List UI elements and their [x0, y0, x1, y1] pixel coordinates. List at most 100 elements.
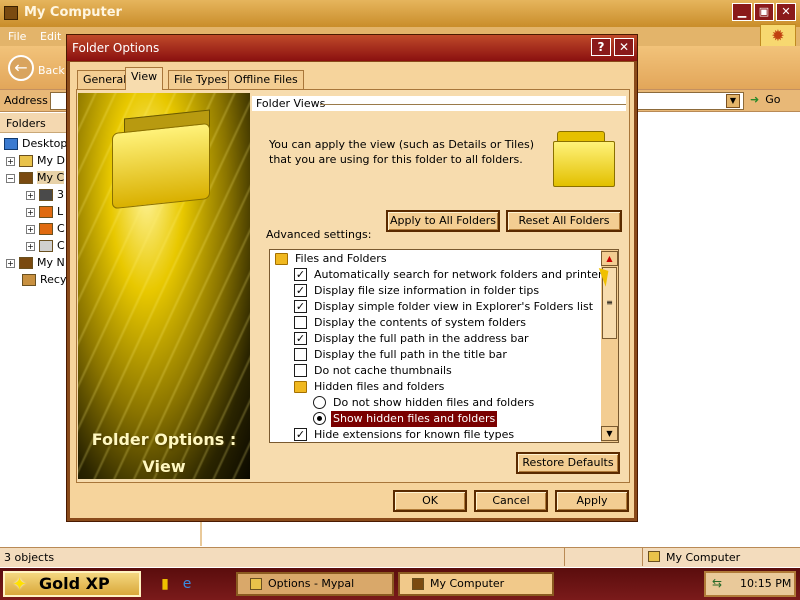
- setting-label[interactable]: Display simple folder view in Explorer's…: [314, 299, 593, 315]
- computer-icon: [648, 551, 660, 562]
- folder-icon: [19, 155, 33, 167]
- setting-label[interactable]: Display the full path in the title bar: [314, 347, 507, 363]
- browser-icon[interactable]: e: [178, 575, 196, 593]
- tree-item-recycle[interactable]: Recy: [22, 273, 66, 286]
- floppy-icon: [39, 189, 53, 201]
- tree-item-desktop[interactable]: Desktop: [4, 137, 67, 150]
- network-icon: [19, 257, 33, 269]
- status-location: My Computer: [666, 551, 741, 564]
- expand-icon[interactable]: +: [6, 156, 15, 166]
- setting-checkbox[interactable]: [294, 348, 307, 361]
- tree-item[interactable]: + My D: [6, 154, 65, 167]
- section-divider: [320, 104, 626, 105]
- expand-icon[interactable]: +: [26, 224, 35, 234]
- window-title-bar[interactable]: My Computer: [0, 0, 800, 27]
- scroll-up-icon[interactable]: ▲: [601, 251, 618, 266]
- sun-logo-icon: ✹: [760, 24, 796, 48]
- tree-item[interactable]: + C: [26, 222, 65, 235]
- close-button[interactable]: ✕: [776, 3, 796, 21]
- setting-group-label: Hidden files and folders: [314, 380, 445, 393]
- tab-offline-files[interactable]: Offline Files: [228, 70, 304, 89]
- menu-edit[interactable]: Edit: [40, 30, 61, 43]
- folder-icon: [294, 381, 307, 393]
- taskbar-item-active[interactable]: My Computer: [398, 572, 554, 596]
- address-label: Address: [4, 94, 48, 107]
- recycle-bin-icon: [22, 274, 36, 286]
- go-button[interactable]: ➜ Go: [750, 93, 780, 106]
- expand-icon[interactable]: +: [6, 258, 15, 268]
- star-icon: ✦: [12, 574, 28, 595]
- cancel-button[interactable]: Cancel: [474, 490, 548, 512]
- setting-label[interactable]: Hide extensions for known file types: [314, 427, 514, 443]
- drive-icon: [39, 206, 53, 218]
- folders-title: Folders: [6, 117, 46, 130]
- setting-checkbox[interactable]: [294, 316, 307, 329]
- reset-all-folders-button[interactable]: Reset All Folders: [506, 210, 622, 232]
- status-divider: [642, 548, 643, 566]
- clock[interactable]: 10:15 PM: [740, 577, 791, 590]
- folder-icon[interactable]: ▮: [156, 575, 174, 593]
- dialog-title: Folder Options: [72, 41, 160, 55]
- maximize-button[interactable]: ▣: [754, 3, 774, 21]
- folder-icon: [275, 253, 288, 265]
- tree-item[interactable]: + C: [26, 239, 65, 252]
- folder-icon: [112, 122, 210, 210]
- section-title: Folder Views: [256, 97, 330, 110]
- status-objects: 3 objects: [4, 551, 55, 564]
- back-label[interactable]: Back: [38, 64, 65, 77]
- setting-label[interactable]: Display file size information in folder …: [314, 283, 539, 299]
- setting-checkbox[interactable]: ✓: [294, 284, 307, 297]
- setting-checkbox[interactable]: ✓: [294, 300, 307, 313]
- apply-button[interactable]: Apply: [555, 490, 629, 512]
- back-arrow-icon[interactable]: ←: [8, 55, 34, 81]
- computer-icon: [4, 6, 18, 20]
- go-arrow-icon: ➜: [750, 93, 760, 106]
- setting-label[interactable]: Automatically search for network folders…: [314, 267, 608, 283]
- go-label: Go: [765, 93, 781, 106]
- setting-label[interactable]: Do not cache thumbnails: [314, 363, 452, 379]
- tab-view[interactable]: View: [125, 67, 164, 90]
- computer-icon: [412, 578, 424, 590]
- computer-icon: [19, 172, 33, 184]
- setting-checkbox[interactable]: [294, 364, 307, 377]
- taskbar-item[interactable]: Options - Mypal: [236, 572, 394, 596]
- setting-checkbox[interactable]: ✓: [294, 268, 307, 281]
- setting-label-selected[interactable]: Show hidden files and folders: [331, 411, 498, 427]
- expand-icon[interactable]: +: [26, 207, 35, 217]
- setting-label[interactable]: Display the full path in the address bar: [314, 331, 529, 347]
- desktop-icon: [4, 138, 18, 150]
- setting-label[interactable]: Display the contents of system folders: [314, 315, 526, 331]
- minimize-button[interactable]: ▁: [732, 3, 752, 21]
- setting-checkbox[interactable]: ✓: [294, 428, 307, 441]
- status-divider: [564, 548, 565, 566]
- expand-icon[interactable]: +: [26, 241, 35, 251]
- drive-icon: [39, 223, 53, 235]
- window-title: My Computer: [24, 5, 122, 20]
- setting-checkbox[interactable]: ✓: [294, 332, 307, 345]
- cd-drive-icon: [39, 240, 53, 252]
- menu-file[interactable]: File: [8, 30, 26, 43]
- setting-label[interactable]: Do not show hidden files and folders: [333, 395, 534, 411]
- tree-item-my-computer[interactable]: − My C: [6, 171, 65, 184]
- collapse-icon[interactable]: −: [6, 173, 15, 183]
- tree-item[interactable]: + My N: [6, 256, 65, 269]
- chevron-down-icon[interactable]: ▼: [726, 94, 740, 108]
- network-icon[interactable]: ⇆: [712, 576, 722, 590]
- apply-to-all-folders-button[interactable]: Apply to All Folders: [386, 210, 500, 232]
- setting-radio[interactable]: [313, 396, 326, 409]
- setting-group-label: Files and Folders: [295, 252, 387, 265]
- ok-button[interactable]: OK: [393, 490, 467, 512]
- folder-icon: [553, 131, 619, 187]
- restore-defaults-button[interactable]: Restore Defaults: [516, 452, 620, 474]
- help-button[interactable]: ?: [591, 38, 611, 56]
- browser-icon: [250, 578, 262, 590]
- tree-item[interactable]: + L: [26, 205, 63, 218]
- setting-radio-selected[interactable]: [313, 412, 326, 425]
- expand-icon[interactable]: +: [26, 190, 35, 200]
- dialog-close-button[interactable]: ✕: [614, 38, 634, 56]
- scroll-down-icon[interactable]: ▼: [601, 426, 618, 441]
- banner-caption: Folder Options : View: [91, 430, 237, 476]
- tab-file-types[interactable]: File Types: [168, 70, 233, 89]
- folder-views-description: You can apply the view (such as Details …: [269, 138, 534, 166]
- tree-item[interactable]: +3: [26, 188, 64, 201]
